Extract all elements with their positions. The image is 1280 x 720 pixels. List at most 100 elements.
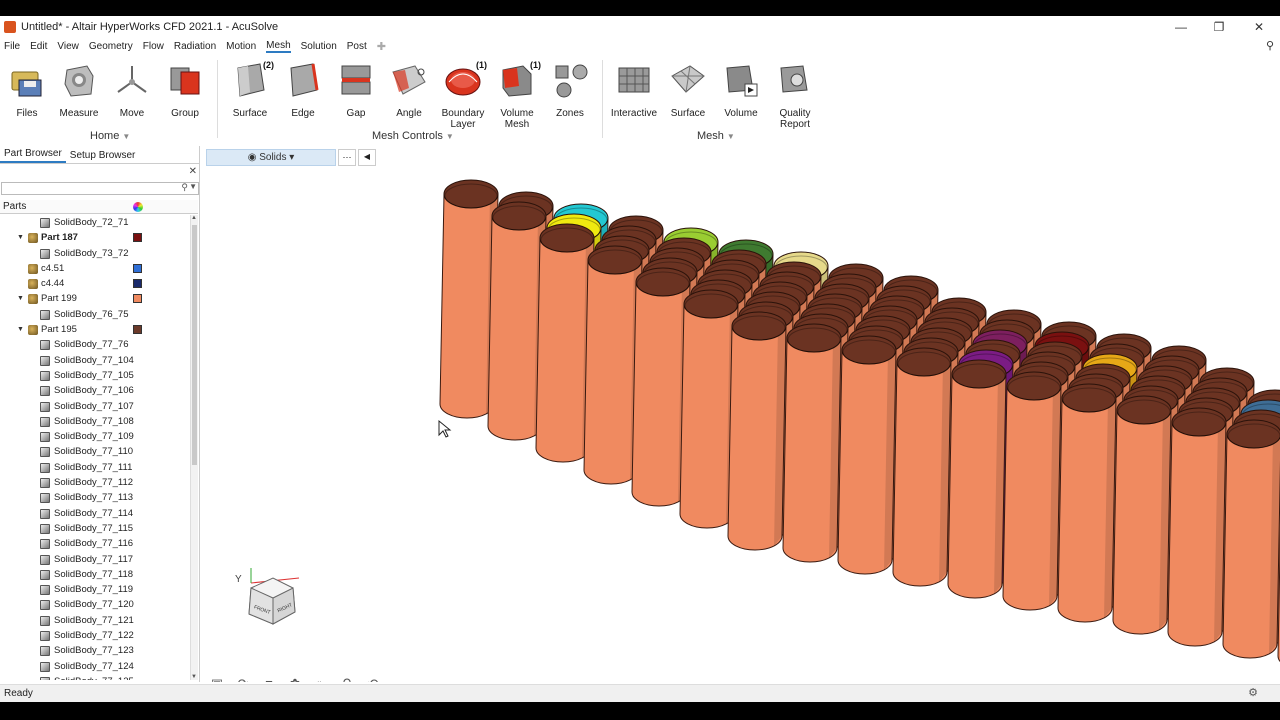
tree-solid-row[interactable]: SolidBody_77_104 xyxy=(0,353,190,368)
part-color-swatch[interactable] xyxy=(133,294,142,304)
part-color-swatch[interactable] xyxy=(133,233,142,243)
tree-solid-row[interactable]: SolidBody_77_118 xyxy=(0,567,190,582)
tree-solid-row[interactable]: SolidBody_76_75 xyxy=(0,307,190,322)
quality-report-tool[interactable]: Quality Report xyxy=(768,56,822,130)
tab-part-browser[interactable]: Part Browser xyxy=(0,146,66,163)
tab-setup-browser[interactable]: Setup Browser xyxy=(66,148,140,163)
menu-file[interactable]: File xyxy=(4,41,20,52)
tree-solid-row[interactable]: SolidBody_77_113 xyxy=(0,490,190,505)
group-tool[interactable]: Group xyxy=(158,56,212,119)
rotate-icon[interactable]: ⟳ xyxy=(235,676,251,682)
tree-solid-row[interactable]: SolidBody_73_72 xyxy=(0,246,190,261)
tree-solid-row[interactable]: SolidBody_77_106 xyxy=(0,383,190,398)
refresh-view-icon[interactable]: ⟲ xyxy=(365,676,381,682)
volume-run-tool[interactable]: Volume xyxy=(714,56,768,119)
tree-solid-row[interactable]: SolidBody_77_105 xyxy=(0,368,190,383)
expand-toggle-icon[interactable]: ▼ xyxy=(17,291,24,306)
cylinder-body[interactable] xyxy=(1112,395,1172,635)
menu-flow[interactable]: Flow xyxy=(143,41,164,52)
cylinder-body[interactable] xyxy=(1057,383,1117,623)
cylinder-body[interactable] xyxy=(782,323,842,563)
surface-control-tool[interactable]: (2) Surface xyxy=(223,56,277,119)
cylinder-body[interactable] xyxy=(892,347,952,587)
chevron-down-icon[interactable]: ▼ xyxy=(189,182,197,191)
gear-icon[interactable]: ⚙ xyxy=(1248,685,1258,702)
tree-solid-row[interactable]: SolidBody_77_120 xyxy=(0,597,190,612)
menu-geometry[interactable]: Geometry xyxy=(89,41,133,52)
move-tool[interactable]: Move xyxy=(105,56,159,119)
tree-part-row[interactable]: ▼ Part 195 xyxy=(0,322,190,337)
tree-solid-row[interactable]: SolidBody_77_114 xyxy=(0,506,190,521)
measure-tool[interactable]: Measure xyxy=(52,56,106,119)
cylinder-body[interactable] xyxy=(1222,419,1280,659)
tree-solid-row[interactable]: SolidBody_77_112 xyxy=(0,475,190,490)
tree-solid-row[interactable]: SolidBody_77_111 xyxy=(0,460,190,475)
expand-toggle-icon[interactable]: ▼ xyxy=(17,230,24,245)
minimize-button[interactable]: — xyxy=(1162,16,1200,38)
menu-mesh[interactable]: Mesh xyxy=(266,40,291,53)
zoom-icon[interactable]: ⚲ xyxy=(339,676,355,682)
menu-motion[interactable]: Motion xyxy=(226,41,256,52)
tree-solid-row[interactable]: SolidBody_77_108 xyxy=(0,414,190,429)
boundary-layer-tool[interactable]: (1) Boundary Layer xyxy=(436,56,490,130)
cylinder-body[interactable] xyxy=(837,335,897,575)
mesh-group-label[interactable]: Mesh ▼ xyxy=(697,130,735,142)
tree-solid-row[interactable]: SolidBody_77_124 xyxy=(0,659,190,674)
part-color-swatch[interactable] xyxy=(133,325,142,335)
part-search-input[interactable]: ⚲ ▼ xyxy=(1,182,199,195)
tree-solid-row[interactable]: SolidBody_77_123 xyxy=(0,643,190,658)
expand-toggle-icon[interactable]: ▼ xyxy=(17,322,24,337)
collapse-button[interactable]: ◀ xyxy=(358,149,376,166)
tree-solid-row[interactable]: SolidBody_77_121 xyxy=(0,613,190,628)
tree-solid-row[interactable]: SolidBody_77_119 xyxy=(0,582,190,597)
home-group-label[interactable]: Home ▼ xyxy=(90,130,130,142)
menu-view[interactable]: View xyxy=(57,41,79,52)
tree-solid-row[interactable]: SolidBody_77_122 xyxy=(0,628,190,643)
restore-button[interactable]: ❐ xyxy=(1200,16,1238,38)
menu-edit[interactable]: Edit xyxy=(30,41,47,52)
scroll-up-icon[interactable]: ▲ xyxy=(191,215,197,221)
gap-control-tool[interactable]: Gap xyxy=(329,56,383,119)
cylinder-body[interactable] xyxy=(947,359,1007,599)
tree-part-row[interactable]: ▼ Part 187 xyxy=(0,230,190,245)
zones-tool[interactable]: Zones xyxy=(543,56,597,119)
tree-solid-row[interactable]: SolidBody_77_116 xyxy=(0,536,190,551)
tree-solid-row[interactable]: SolidBody_77_76 xyxy=(0,337,190,352)
interactive-mesh-tool[interactable]: Interactive xyxy=(607,56,661,119)
files-tool[interactable]: Files xyxy=(0,56,54,119)
camera-icon[interactable]: ▣ xyxy=(209,676,225,682)
menu-radiation[interactable]: Radiation xyxy=(174,41,216,52)
view-cube[interactable]: FRONT RIGHT Y X xyxy=(229,568,309,628)
cylinder-body[interactable] xyxy=(727,311,787,551)
scrollbar-thumb[interactable] xyxy=(192,225,197,465)
close-icon[interactable]: ✕ xyxy=(189,166,197,177)
part-color-swatch[interactable] xyxy=(133,263,142,273)
color-palette-icon[interactable]: ✿ xyxy=(287,676,303,682)
tree-part-row[interactable]: ▼ Part 199 xyxy=(0,291,190,306)
more-options-button[interactable]: ⋯ xyxy=(338,149,356,166)
color-wheel-icon[interactable] xyxy=(133,202,143,212)
cylinder-body[interactable] xyxy=(1002,371,1062,611)
add-menu-icon[interactable]: ✚ xyxy=(377,40,386,53)
mesh-controls-group-label[interactable]: Mesh Controls ▼ xyxy=(372,130,454,142)
tree-scrollbar[interactable]: ▲ ▼ xyxy=(190,215,198,680)
scroll-down-icon[interactable]: ▼ xyxy=(191,674,197,680)
angle-control-tool[interactable]: Angle xyxy=(382,56,436,119)
surface-mesh-tool[interactable]: Surface xyxy=(661,56,715,119)
tree-solid-row[interactable]: SolidBody_77_125 xyxy=(0,674,190,680)
part-color-swatch[interactable] xyxy=(133,279,142,289)
tree-solid-row[interactable]: SolidBody_77_109 xyxy=(0,429,190,444)
tree-part-row[interactable]: c4.44 xyxy=(0,276,190,291)
tree-solid-row[interactable]: SolidBody_77_115 xyxy=(0,521,190,536)
tree-part-row[interactable]: c4.51 xyxy=(0,261,190,276)
model-scene[interactable] xyxy=(201,146,1280,682)
entity-selector[interactable]: ◉ Solids ▾ xyxy=(206,149,336,166)
search-icon[interactable]: ⚲ xyxy=(1266,39,1274,52)
menu-post[interactable]: Post xyxy=(347,41,367,52)
cube-icon[interactable]: ■ xyxy=(261,676,277,682)
tree-solid-row[interactable]: SolidBody_72_71 xyxy=(0,215,190,230)
cylinder-body[interactable] xyxy=(1167,407,1227,647)
tree-solid-row[interactable]: SolidBody_77_110 xyxy=(0,444,190,459)
tree-solid-row[interactable]: SolidBody_77_107 xyxy=(0,399,190,414)
edge-control-tool[interactable]: Edge xyxy=(276,56,330,119)
